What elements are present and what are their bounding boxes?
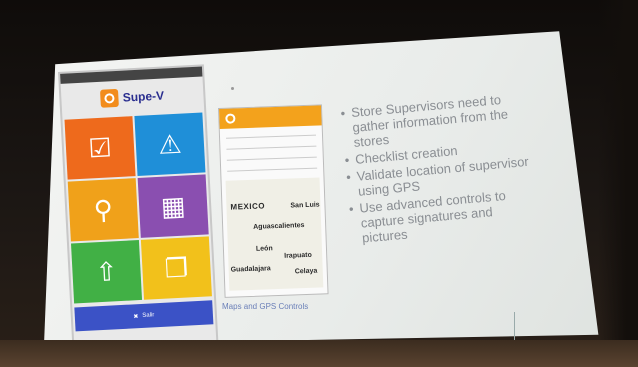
photo-scene: Supe-V ☑ ⚠ ⚲ ▦ ⇧ ❐ ✖ Salir MEXICO San Lu… [0, 0, 638, 367]
clipboard-check-icon: ☑ [87, 132, 113, 164]
slide-footer-logo [514, 312, 536, 342]
form-line [225, 129, 317, 139]
checklist-tile[interactable]: ☑ [64, 116, 136, 180]
app-logo-icon [100, 88, 120, 108]
locations-tile[interactable]: ⚲ [67, 178, 139, 242]
map-pin-icon: ⚲ [92, 194, 114, 226]
stage-floor [0, 340, 638, 367]
form-line [226, 140, 317, 150]
map-city-label: León [255, 245, 273, 253]
documents-icon: ❐ [163, 252, 189, 284]
upload-tile[interactable]: ⇧ [70, 239, 143, 304]
documents-tile[interactable]: ❐ [140, 236, 212, 300]
menu-tile-grid: ☑ ⚠ ⚲ ▦ ⇧ ❐ [62, 110, 214, 305]
exit-button[interactable]: ✖ Salir [74, 300, 214, 332]
slide-dot [231, 87, 234, 90]
map-city-label: Irapuato [284, 251, 312, 260]
map-view[interactable]: MEXICO San Luis Aguascalientes León Irap… [225, 177, 324, 291]
brand-name: Supe-V [122, 88, 165, 105]
dark-edge [598, 0, 638, 367]
tools-icon: ✖ [133, 313, 139, 320]
calendar-tile[interactable]: ▦ [137, 174, 209, 238]
bullet-list: • Store Supervisors need to gather inform… [340, 89, 542, 248]
form-line [226, 151, 317, 161]
exit-label: Salir [142, 312, 155, 319]
map-city-label: Guadalajara [230, 265, 271, 274]
map-city-label: San Luis [290, 201, 320, 210]
maps-screenshot: MEXICO San Luis Aguascalientes León Irap… [218, 104, 329, 298]
phone-mockup: Supe-V ☑ ⚠ ⚲ ▦ ⇧ ❐ ✖ Salir [58, 64, 219, 350]
mini-logo-icon [225, 113, 236, 124]
calendar-icon: ▦ [160, 190, 187, 222]
inner-form [220, 125, 324, 181]
warning-triangle-icon: ⚠ [157, 128, 183, 160]
map-city-label: Celaya [294, 267, 318, 276]
form-line [227, 162, 318, 172]
upload-icon: ⇧ [94, 256, 119, 288]
map-city-label: MEXICO [230, 201, 266, 212]
alerts-tile[interactable]: ⚠ [134, 112, 206, 176]
map-city-label: Aguascalientes [253, 222, 305, 231]
screenshot-caption: Maps and GPS Controls [222, 302, 309, 311]
